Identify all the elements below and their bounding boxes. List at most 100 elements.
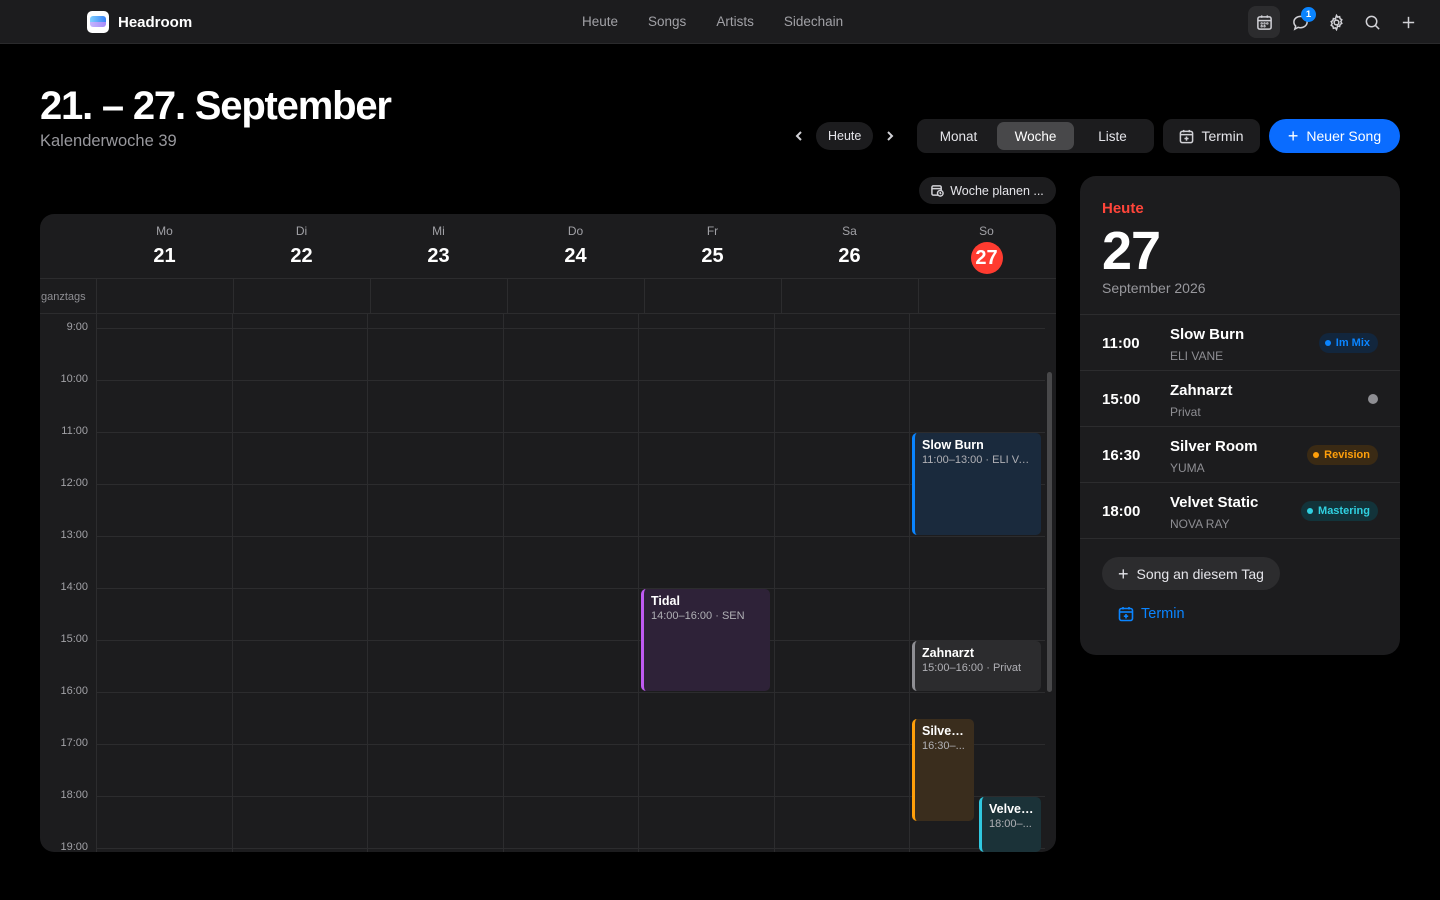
status-text: Revision <box>1324 449 1370 461</box>
agenda-item[interactable]: 16:30 Silver Room YUMA Revision <box>1080 427 1400 483</box>
brand[interactable]: Headroom <box>87 11 192 33</box>
hour-line <box>96 380 1045 381</box>
day-header-fr[interactable]: Fr 25 <box>644 214 781 279</box>
event-title: Velvet... <box>989 802 1034 816</box>
day-number-text: 22 <box>290 245 313 267</box>
agenda-artist: YUMA <box>1170 461 1205 475</box>
agenda-item[interactable]: 18:00 Velvet Static NOVA RAY Mastering <box>1080 483 1400 539</box>
weekday-name: Mi <box>432 224 445 238</box>
allday-cell[interactable] <box>507 279 644 313</box>
agenda-item[interactable]: 11:00 Slow Burn ELI VANE Im Mix <box>1080 315 1400 371</box>
time-grid[interactable]: 9:00 10:00 11:00 12:00 13:00 14:00 15:00 16:00 1… <box>40 314 1056 852</box>
add-button[interactable] <box>1392 6 1424 38</box>
today-agenda: 11:00 Slow Burn ELI VANE Im Mix 15:00 Zahnarz… <box>1080 314 1400 539</box>
today-month: September 2026 <box>1102 280 1206 296</box>
day-number: 26 <box>781 245 918 268</box>
side-termin-link[interactable]: Termin <box>1118 606 1185 622</box>
day-column-divider <box>96 314 97 852</box>
hour-label: 13:00 <box>60 529 88 541</box>
calendar-event[interactable]: Slow Burn 11:00–13:00 · ELI VA... <box>912 433 1041 535</box>
page-subtitle: Kalenderwoche 39 <box>40 132 177 150</box>
add-song-label: Song an diesem Tag <box>1136 565 1264 582</box>
event-title: Tidal <box>651 594 680 608</box>
day-header-sa[interactable]: Sa 26 <box>781 214 918 279</box>
nav-artists[interactable]: Artists <box>716 14 754 29</box>
hour-line <box>96 536 1045 537</box>
hour-line <box>96 432 1045 433</box>
calendar-clock-icon <box>931 185 945 197</box>
add-song-for-day-button[interactable]: + Song an diesem Tag <box>1102 557 1280 590</box>
day-number: 22 <box>233 245 370 268</box>
date-navigation: Heute <box>788 119 901 153</box>
notification-badge: 1 <box>1301 7 1316 22</box>
day-column-divider <box>231 314 233 852</box>
agenda-title: Velvet Static <box>1170 494 1259 511</box>
agenda-item[interactable]: 15:00 Zahnarzt Privat <box>1080 371 1400 427</box>
agenda-artist: ELI VANE <box>1170 349 1224 363</box>
plan-week-button[interactable]: Woche planen ... <box>919 177 1056 204</box>
day-number-text: 27 <box>970 242 1003 274</box>
hour-label: 19:00 <box>60 841 88 852</box>
event-subtitle: 11:00–13:00 · ELI VA... <box>922 454 1034 466</box>
plan-week-label: Woche planen ... <box>950 183 1044 198</box>
agenda-artist: NOVA RAY <box>1170 517 1230 531</box>
allday-row: ganztags <box>40 279 1056 314</box>
today-date-badge: 27 <box>918 242 1055 274</box>
allday-cell[interactable] <box>370 279 507 313</box>
day-header-do[interactable]: Do 24 <box>507 214 644 279</box>
next-week-button[interactable] <box>879 122 901 150</box>
today-day-number: 27 <box>1102 221 1161 281</box>
allday-cell[interactable] <box>644 279 781 313</box>
new-song-button[interactable]: + Neuer Song <box>1269 119 1400 153</box>
settings-button[interactable] <box>1320 6 1352 38</box>
nav-songs[interactable]: Songs <box>648 14 686 29</box>
hour-label: 11:00 <box>61 425 88 437</box>
today-label: Heute <box>1102 200 1144 217</box>
view-list[interactable]: Liste <box>1074 122 1151 150</box>
calendar-event[interactable]: Velvet... 18:00–... <box>979 797 1041 852</box>
calendar-view-button[interactable] <box>1248 6 1280 38</box>
calendar-event[interactable]: Tidal 14:00–16:00 · SEN <box>641 589 770 691</box>
day-number: 25 <box>644 245 781 268</box>
hour-label: 10:00 <box>60 373 88 385</box>
view-week[interactable]: Woche <box>997 122 1074 150</box>
allday-cell[interactable] <box>233 279 370 313</box>
status-badge: Im Mix <box>1318 333 1378 353</box>
today-button[interactable]: Heute <box>816 122 874 150</box>
calendar-event[interactable]: Zahnarzt 15:00–16:00 · Privat <box>912 641 1041 691</box>
nav-heute[interactable]: Heute <box>582 14 618 29</box>
view-switcher: Monat Woche Liste <box>917 119 1154 153</box>
day-header-mo[interactable]: Mo 21 <box>96 214 233 279</box>
calendar-scrollbar[interactable] <box>1047 372 1052 692</box>
allday-cell[interactable] <box>918 279 1055 313</box>
day-header-di[interactable]: Di 22 <box>233 214 370 279</box>
day-column-divider <box>773 314 775 852</box>
allday-cell[interactable] <box>781 279 918 313</box>
allday-cell[interactable] <box>96 279 233 313</box>
calendar-add-icon <box>1180 129 1194 143</box>
plus-icon: + <box>1287 126 1299 146</box>
day-number: 21 <box>96 245 233 268</box>
calendar-event[interactable]: Silver ... 16:30–... <box>912 719 974 821</box>
messages-button[interactable]: 1 <box>1284 6 1316 38</box>
nav-sidechain[interactable]: Sidechain <box>784 14 843 29</box>
hour-line <box>96 848 1045 849</box>
agenda-time: 18:00 <box>1102 503 1141 520</box>
gear-icon <box>1329 13 1343 31</box>
app-logo-icon <box>87 11 109 33</box>
termin-button[interactable]: Termin <box>1163 119 1260 153</box>
agenda-time: 16:30 <box>1102 447 1141 464</box>
prev-week-button[interactable] <box>788 122 810 150</box>
status-dot-icon <box>1307 508 1314 514</box>
search-button[interactable] <box>1356 6 1388 38</box>
day-header-mi[interactable]: Mi 23 <box>370 214 507 279</box>
weekday-name: Mo <box>156 224 173 238</box>
day-number-text: 25 <box>701 245 724 267</box>
day-panel: Heute 27 September 2026 11:00 Slow Burn EL… <box>1080 176 1400 655</box>
status-badge: Revision <box>1307 445 1378 465</box>
view-month[interactable]: Monat <box>920 122 997 150</box>
event-subtitle: 14:00–16:00 · SEN <box>651 610 745 622</box>
agenda-artist: Privat <box>1170 405 1201 419</box>
day-header-so[interactable]: So 27 <box>918 214 1055 279</box>
chevron-left-icon <box>795 131 802 141</box>
